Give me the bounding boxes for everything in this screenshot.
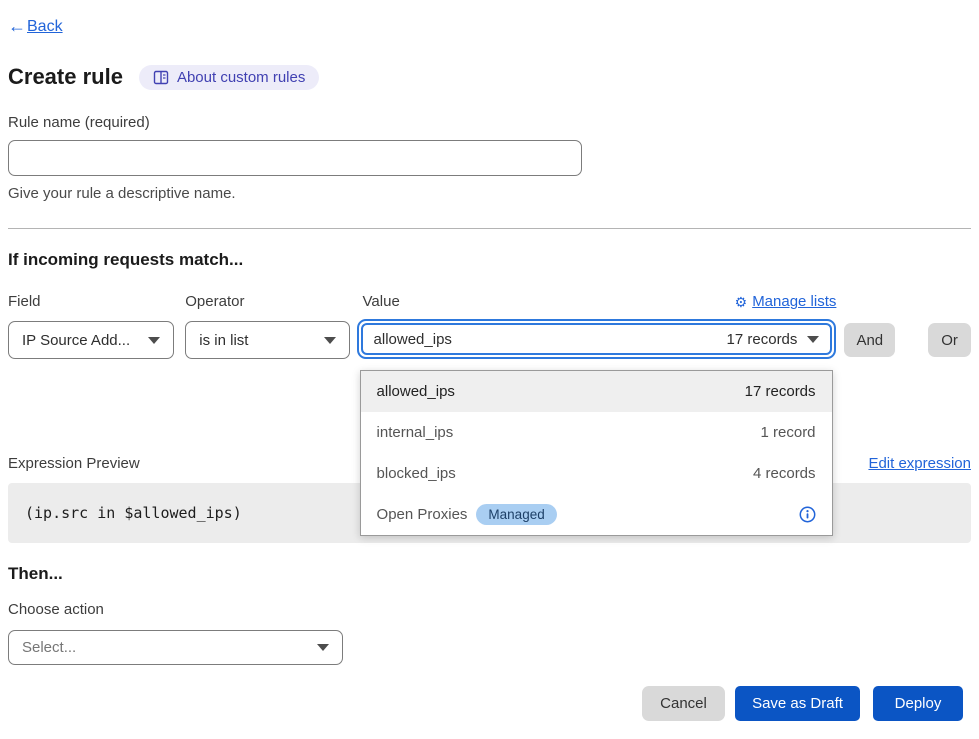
field-select-value: IP Source Add... <box>22 332 130 349</box>
section-divider <box>8 228 971 229</box>
value-select[interactable]: allowed_ips 17 records <box>357 319 837 359</box>
chevron-down-icon <box>148 337 160 344</box>
edit-expression-link[interactable]: Edit expression <box>868 455 971 472</box>
operator-label: Operator <box>185 293 349 310</box>
gear-icon: ⚙ <box>735 295 748 309</box>
managed-badge: Managed <box>476 504 556 525</box>
chevron-down-icon <box>317 644 329 651</box>
page-title: Create rule <box>8 64 123 90</box>
rule-name-input[interactable] <box>8 140 582 176</box>
action-select-placeholder: Select... <box>22 639 76 656</box>
value-label: Value <box>363 293 400 310</box>
value-label-row: Value ⚙ Manage lists <box>357 293 837 310</box>
list-option-name: internal_ips <box>377 424 454 441</box>
save-as-draft-button[interactable]: Save as Draft <box>735 686 860 721</box>
then-section-title: Then... <box>8 564 971 584</box>
list-option-allowed-ips[interactable]: allowed_ips 17 records <box>361 371 832 412</box>
list-option-internal-ips[interactable]: internal_ips 1 record <box>361 412 832 453</box>
list-option-records: 4 records <box>753 465 816 482</box>
list-option-records: 1 record <box>761 424 816 441</box>
create-rule-page: ←Back Create rule About custom rules Rul… <box>0 0 979 721</box>
about-custom-rules-link[interactable]: About custom rules <box>139 65 319 90</box>
value-select-inner: allowed_ips 17 records <box>361 323 833 355</box>
footer-actions: Cancel Save as Draft Deploy <box>8 686 971 721</box>
list-option-blocked-ips[interactable]: blocked_ips 4 records <box>361 453 832 494</box>
rule-name-block: Rule name (required) Give your rule a de… <box>8 114 971 202</box>
book-icon <box>153 70 169 85</box>
value-select-selected: allowed_ips <box>374 331 452 348</box>
left-arrow-icon: ← <box>8 16 26 37</box>
list-dropdown-panel: allowed_ips 17 records internal_ips 1 re… <box>360 370 833 536</box>
manage-lists-label: Manage lists <box>752 293 836 310</box>
value-select-records: 17 records <box>727 331 820 348</box>
title-row: Create rule About custom rules <box>8 64 971 90</box>
operator-select-value: is in list <box>199 332 248 349</box>
expression-code: (ip.src in $allowed_ips) <box>25 504 242 522</box>
match-condition-row: Field IP Source Add... Operator is in li… <box>8 293 971 359</box>
chevron-down-icon <box>324 337 336 344</box>
expression-preview-label: Expression Preview <box>8 455 140 472</box>
chevron-down-icon <box>807 336 819 343</box>
rule-name-label: Rule name (required) <box>8 114 971 131</box>
rule-name-helper: Give your rule a descriptive name. <box>8 185 971 202</box>
value-column: Value ⚙ Manage lists allowed_ips 17 reco… <box>357 293 837 359</box>
action-select[interactable]: Select... <box>8 630 343 665</box>
back-label: Back <box>27 18 63 36</box>
list-option-name: allowed_ips <box>377 383 455 400</box>
list-option-open-proxies[interactable]: Open Proxies Managed <box>361 494 832 535</box>
list-option-name: blocked_ips <box>377 465 456 482</box>
field-label: Field <box>8 293 174 310</box>
back-link[interactable]: ←Back <box>8 16 63 37</box>
about-custom-rules-label: About custom rules <box>177 69 305 86</box>
match-section-title: If incoming requests match... <box>8 250 971 270</box>
deploy-button[interactable]: Deploy <box>873 686 963 721</box>
cancel-button[interactable]: Cancel <box>642 686 725 721</box>
field-column: Field IP Source Add... <box>8 293 174 359</box>
field-select[interactable]: IP Source Add... <box>8 321 174 359</box>
list-option-records: 17 records <box>745 383 816 400</box>
manage-lists-link[interactable]: ⚙ Manage lists <box>735 293 837 310</box>
operator-column: Operator is in list <box>185 293 349 359</box>
or-button[interactable]: Or <box>928 323 971 357</box>
and-button[interactable]: And <box>844 323 895 357</box>
choose-action-label: Choose action <box>8 601 971 618</box>
list-option-name: Open Proxies <box>377 506 468 523</box>
operator-select[interactable]: is in list <box>185 321 349 359</box>
info-icon[interactable] <box>799 506 816 523</box>
